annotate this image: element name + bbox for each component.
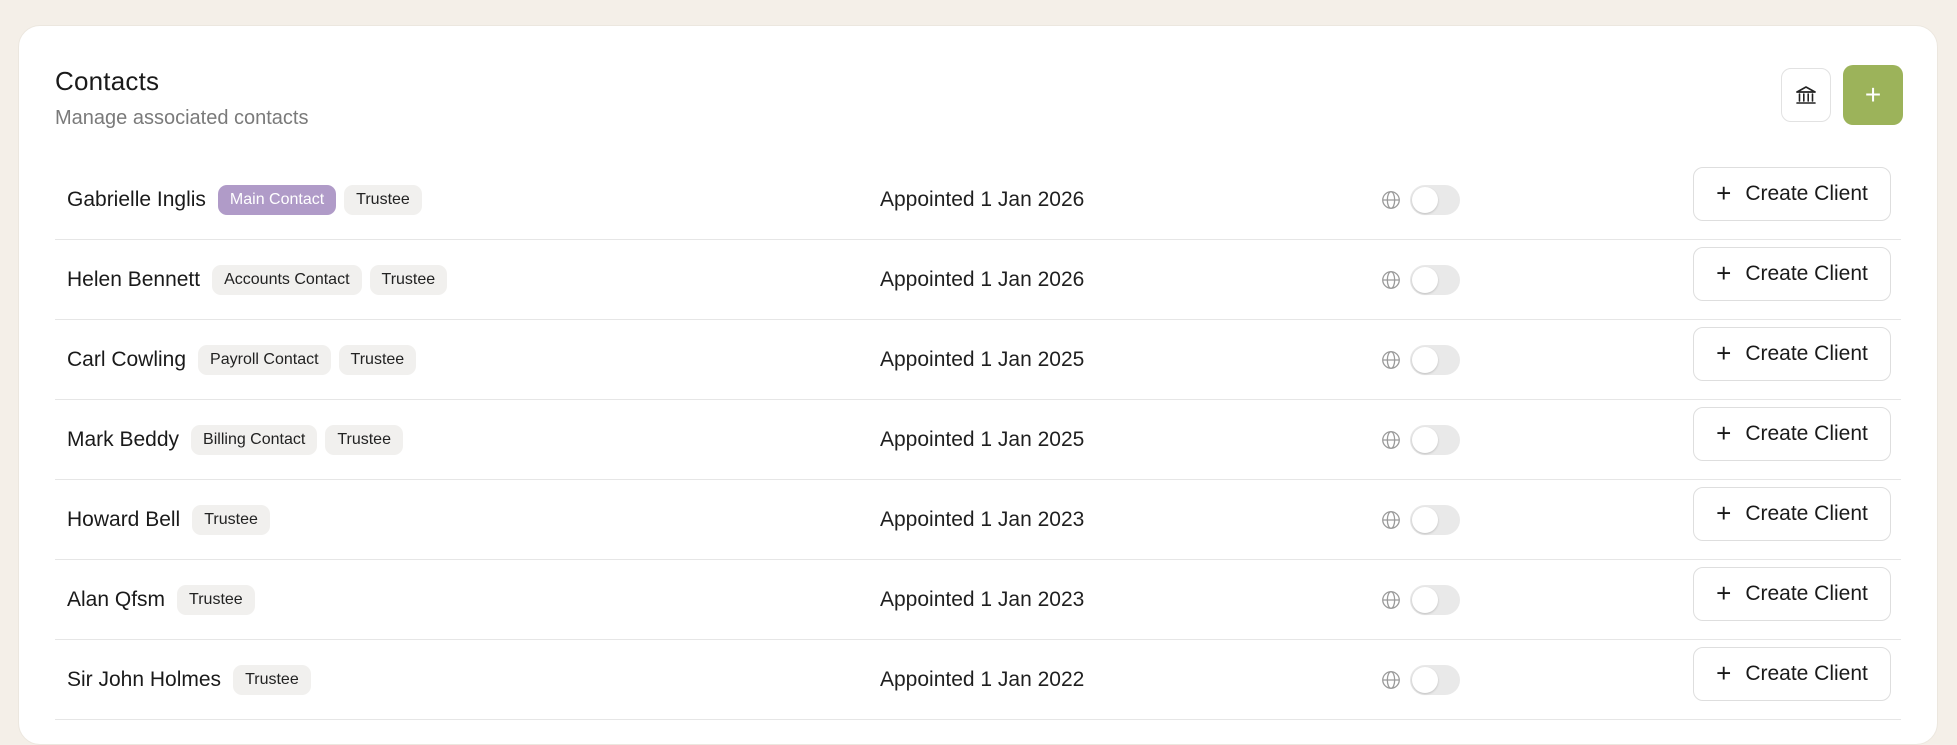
plus-icon: + (1716, 497, 1732, 528)
create-client-button[interactable]: + Create Client (1693, 487, 1891, 541)
add-contact-button[interactable]: + (1843, 65, 1903, 125)
role-badge: Trustee (325, 424, 403, 455)
create-client-label: Create Client (1745, 662, 1868, 685)
create-client-label: Create Client (1745, 582, 1868, 605)
contact-row: Sir John Holmes Trustee Appointed 1 Jan … (55, 640, 1901, 720)
contact-row: Carl Cowling Payroll Contact Trustee Appo… (55, 320, 1901, 400)
bank-button[interactable] (1781, 68, 1831, 122)
appointed-date: Appointed 1 Jan 2022 (880, 667, 1085, 691)
create-client-label: Create Client (1745, 182, 1868, 205)
contact-name[interactable]: Mark Beddy (67, 428, 179, 452)
contact-name-cell: Howard Bell Trustee (67, 480, 270, 559)
contact-row: Howard Bell Trustee Appointed 1 Jan 2023… (55, 480, 1901, 560)
toggle-knob (1412, 266, 1438, 293)
globe-icon (1380, 509, 1402, 531)
contact-name[interactable]: Howard Bell (67, 508, 180, 532)
portal-access (1380, 480, 1460, 559)
portal-access (1380, 400, 1460, 479)
create-client-button[interactable]: + Create Client (1693, 647, 1891, 701)
bank-icon (1796, 86, 1816, 104)
toggle-knob (1412, 586, 1438, 613)
card-header: Contacts Manage associated contacts (55, 66, 309, 130)
create-client-label: Create Client (1745, 502, 1868, 525)
contacts-card: Contacts Manage associated contacts + Ga… (18, 25, 1938, 745)
portal-access (1380, 240, 1460, 319)
portal-toggle[interactable] (1410, 424, 1460, 455)
contact-list: Gabrielle Inglis Main Contact Trustee App… (55, 160, 1901, 720)
plus-icon: + (1864, 79, 1882, 110)
toggle-knob (1412, 346, 1438, 373)
appointed-date: Appointed 1 Jan 2025 (880, 427, 1085, 451)
create-client-button[interactable]: + Create Client (1693, 567, 1891, 621)
role-badge: Trustee (369, 264, 448, 295)
appointed-date: Appointed 1 Jan 2023 (880, 507, 1085, 531)
role-badge: Main Contact (217, 184, 337, 215)
contact-name[interactable]: Carl Cowling (67, 348, 186, 372)
plus-icon: + (1716, 657, 1732, 688)
plus-icon: + (1716, 337, 1732, 368)
portal-access (1380, 160, 1460, 239)
contact-name[interactable]: Helen Bennett (67, 268, 200, 292)
plus-icon: + (1716, 177, 1732, 208)
toggle-knob (1412, 506, 1438, 533)
contact-row: Mark Beddy Billing Contact Trustee Appoin… (55, 400, 1901, 480)
create-client-label: Create Client (1745, 342, 1868, 365)
page-subtitle: Manage associated contacts (55, 107, 309, 129)
portal-access (1380, 560, 1460, 639)
globe-icon (1380, 589, 1402, 611)
portal-toggle[interactable] (1410, 184, 1460, 215)
globe-icon (1380, 669, 1402, 691)
contact-name-cell: Mark Beddy Billing Contact Trustee (67, 400, 403, 479)
portal-toggle[interactable] (1410, 344, 1460, 375)
header-actions: + (1781, 65, 1903, 125)
contact-row: Helen Bennett Accounts Contact Trustee Ap… (55, 240, 1901, 320)
create-client-label: Create Client (1745, 422, 1868, 445)
appointed-date: Appointed 1 Jan 2025 (880, 347, 1085, 371)
role-badge: Trustee (344, 184, 422, 215)
role-badge: Payroll Contact (198, 344, 331, 375)
role-badge: Accounts Contact (212, 264, 362, 295)
contact-row: Alan Qfsm Trustee Appointed 1 Jan 2023 +… (55, 560, 1901, 640)
globe-icon (1380, 429, 1402, 451)
contact-name-cell: Carl Cowling Payroll Contact Trustee (67, 320, 417, 399)
contact-name-cell: Sir John Holmes Trustee (67, 640, 311, 719)
page-title: Contacts (55, 66, 160, 96)
plus-icon: + (1716, 257, 1732, 288)
create-client-button[interactable]: + Create Client (1693, 167, 1891, 221)
toggle-knob (1412, 186, 1438, 213)
portal-toggle[interactable] (1410, 504, 1460, 535)
portal-toggle[interactable] (1410, 264, 1460, 295)
appointed-date: Appointed 1 Jan 2026 (880, 187, 1085, 211)
create-client-label: Create Client (1745, 262, 1868, 285)
portal-toggle[interactable] (1410, 584, 1460, 615)
role-badge: Trustee (177, 584, 255, 615)
portal-access (1380, 320, 1460, 399)
contact-name[interactable]: Sir John Holmes (67, 668, 221, 692)
create-client-button[interactable]: + Create Client (1693, 407, 1891, 461)
globe-icon (1380, 269, 1402, 291)
contact-name-cell: Helen Bennett Accounts Contact Trustee (67, 240, 448, 319)
create-client-button[interactable]: + Create Client (1693, 327, 1891, 381)
role-badge: Trustee (233, 664, 311, 695)
role-badge: Trustee (338, 344, 417, 375)
contact-name[interactable]: Alan Qfsm (67, 588, 165, 612)
portal-access (1380, 640, 1460, 719)
plus-icon: + (1716, 577, 1732, 608)
contact-name-cell: Gabrielle Inglis Main Contact Trustee (67, 160, 422, 239)
appointed-date: Appointed 1 Jan 2023 (880, 587, 1085, 611)
appointed-date: Appointed 1 Jan 2026 (880, 267, 1085, 291)
contact-name[interactable]: Gabrielle Inglis (67, 188, 206, 212)
toggle-knob (1412, 666, 1438, 693)
contact-row: Gabrielle Inglis Main Contact Trustee App… (55, 160, 1901, 240)
role-badge: Billing Contact (191, 424, 318, 455)
plus-icon: + (1716, 417, 1732, 448)
globe-icon (1380, 189, 1402, 211)
create-client-button[interactable]: + Create Client (1693, 247, 1891, 301)
toggle-knob (1412, 426, 1438, 453)
role-badge: Trustee (192, 504, 270, 535)
contact-name-cell: Alan Qfsm Trustee (67, 560, 255, 639)
globe-icon (1380, 349, 1402, 371)
portal-toggle[interactable] (1410, 664, 1460, 695)
